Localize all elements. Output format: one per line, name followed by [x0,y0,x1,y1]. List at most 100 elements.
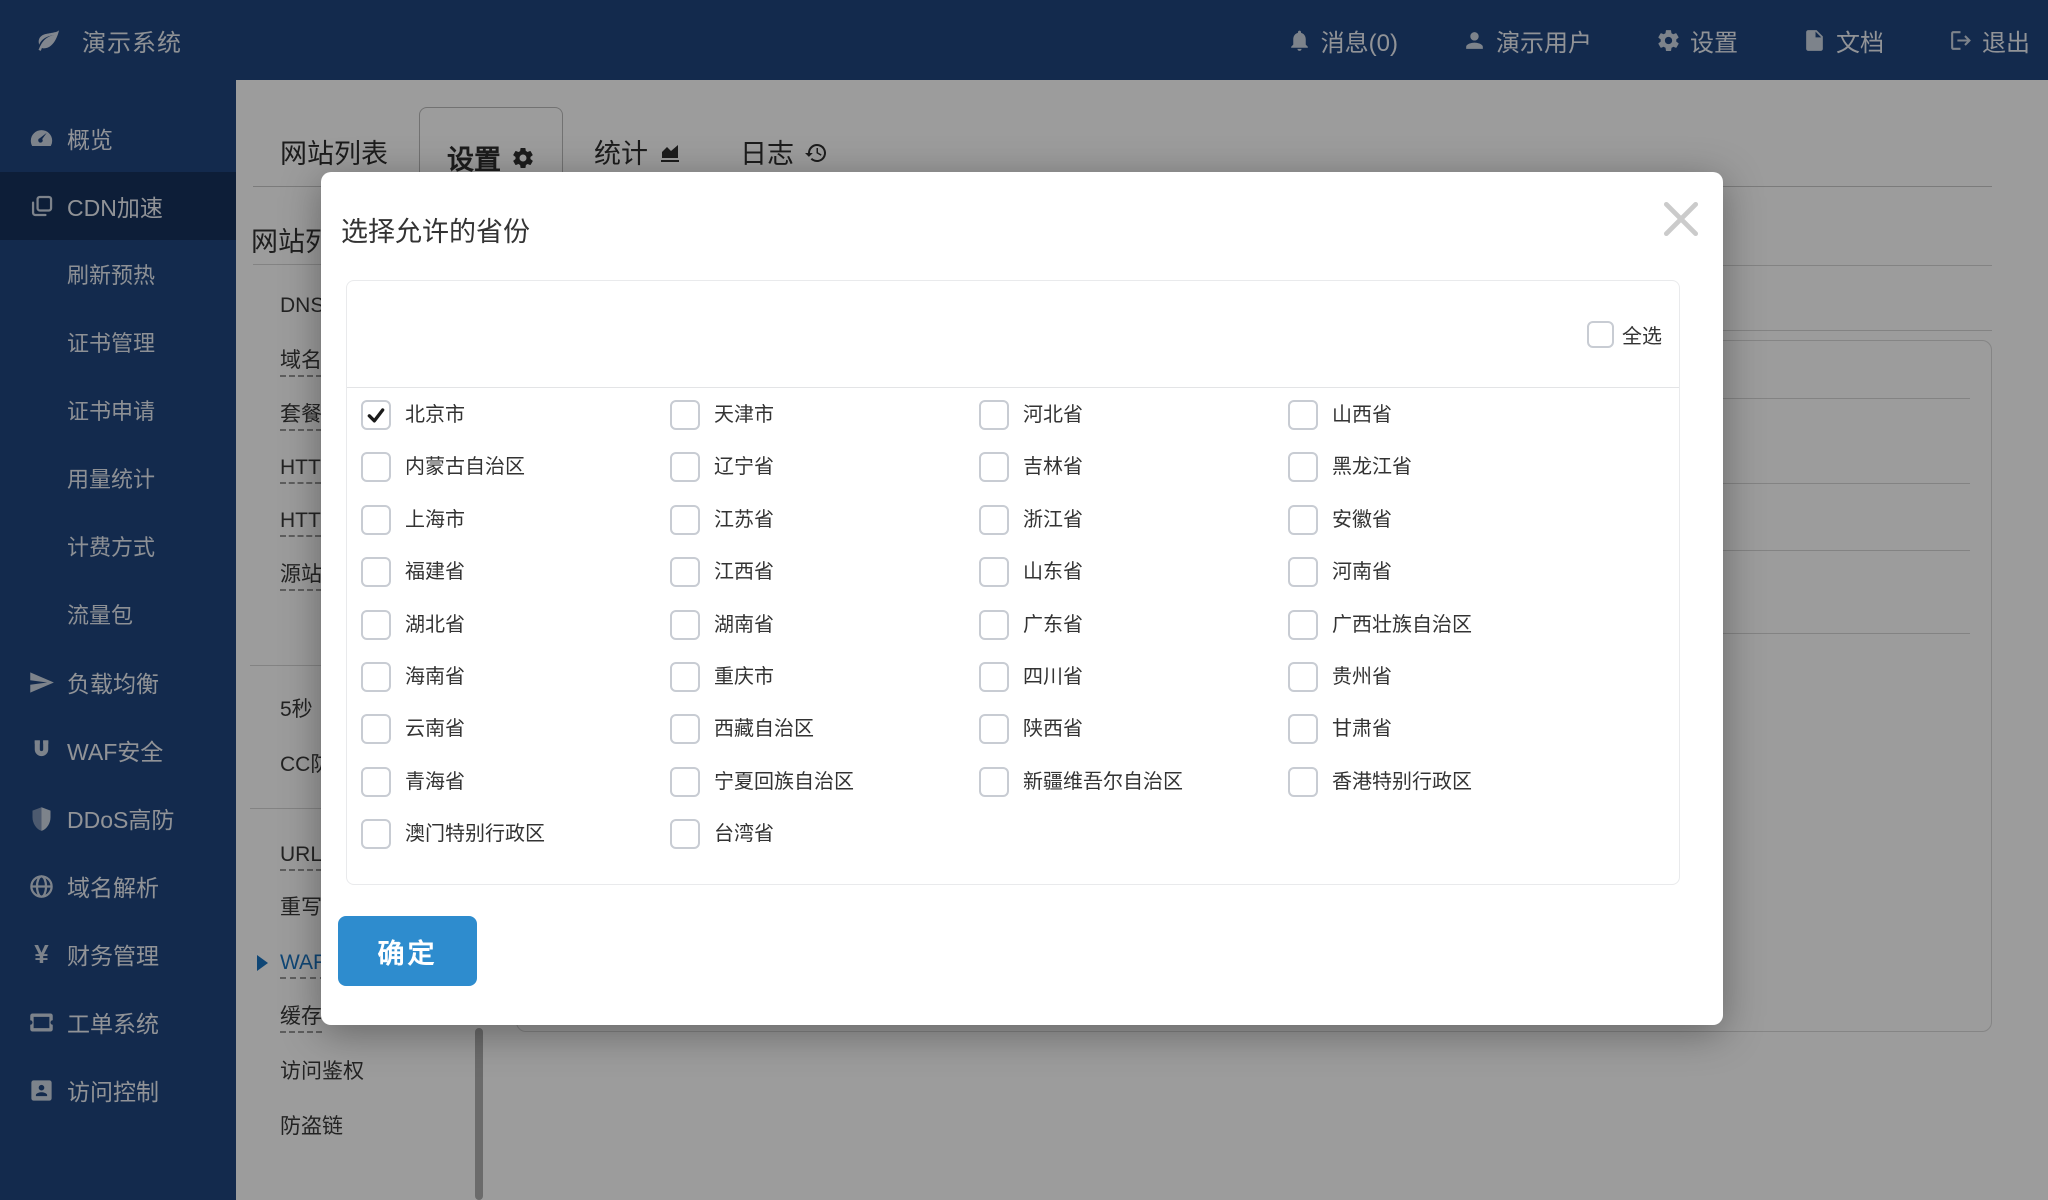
province-option: 河北省 [979,400,1288,452]
province-option: 湖北省 [361,610,670,662]
province-label: 天津市 [714,400,774,430]
province-checkbox[interactable] [979,452,1009,482]
province-label: 新疆维吾尔自治区 [1023,767,1183,797]
province-label: 浙江省 [1023,505,1083,535]
province-label: 香港特别行政区 [1332,767,1472,797]
province-checkbox[interactable] [1288,610,1318,640]
province-checkbox[interactable] [979,505,1009,535]
province-label: 江西省 [714,557,774,587]
province-checkbox[interactable] [670,819,700,849]
province-checkbox[interactable] [1288,662,1318,692]
province-checkbox[interactable] [1288,714,1318,744]
province-label: 广西壮族自治区 [1332,610,1472,640]
province-option: 河南省 [1288,557,1597,609]
province-option: 北京市 [361,400,670,452]
province-label: 台湾省 [714,819,774,849]
province-checkbox[interactable] [1288,400,1318,430]
province-checkbox[interactable] [979,610,1009,640]
province-option: 甘肃省 [1288,714,1597,766]
province-option: 广西壮族自治区 [1288,610,1597,662]
province-option: 新疆维吾尔自治区 [979,767,1288,819]
province-option: 山西省 [1288,400,1597,452]
province-select-modal: 选择允许的省份 全选 北京市天津市河北省山西省内蒙古自治区辽宁省吉林省黑龙江省上… [321,172,1723,1025]
province-label: 辽宁省 [714,452,774,482]
province-label: 四川省 [1023,662,1083,692]
close-icon[interactable] [1659,197,1703,241]
province-checkbox[interactable] [1288,557,1318,587]
confirm-button[interactable]: 确定 [338,916,477,986]
province-checkbox[interactable] [670,400,700,430]
province-label: 陕西省 [1023,714,1083,744]
province-label: 重庆市 [714,662,774,692]
province-label: 甘肃省 [1332,714,1392,744]
province-label: 北京市 [405,400,465,430]
select-all-label: 全选 [1622,320,1662,349]
province-label: 山东省 [1023,557,1083,587]
province-option: 云南省 [361,714,670,766]
province-checkbox[interactable] [670,610,700,640]
province-checkbox[interactable] [1288,452,1318,482]
province-option: 四川省 [979,662,1288,714]
province-label: 福建省 [405,557,465,587]
province-option: 吉林省 [979,452,1288,504]
province-checkbox[interactable] [670,557,700,587]
select-all-checkbox[interactable] [1587,321,1614,348]
select-all-row: 全选 [347,281,1679,388]
province-label: 吉林省 [1023,452,1083,482]
province-label: 广东省 [1023,610,1083,640]
province-checkbox[interactable] [361,400,391,430]
province-label: 西藏自治区 [714,714,814,744]
province-checkbox[interactable] [670,452,700,482]
province-checkbox[interactable] [361,767,391,797]
province-option: 辽宁省 [670,452,979,504]
province-checkbox[interactable] [361,662,391,692]
province-label: 内蒙古自治区 [405,452,525,482]
province-checkbox[interactable] [670,505,700,535]
province-label: 青海省 [405,767,465,797]
province-label: 湖南省 [714,610,774,640]
province-option: 台湾省 [670,819,979,871]
province-checkbox[interactable] [670,714,700,744]
province-option: 山东省 [979,557,1288,609]
province-checkbox[interactable] [361,452,391,482]
modal-title: 选择允许的省份 [341,210,530,249]
province-option: 香港特别行政区 [1288,767,1597,819]
province-option: 西藏自治区 [670,714,979,766]
province-checkbox[interactable] [670,662,700,692]
province-checkbox[interactable] [361,505,391,535]
province-label: 河北省 [1023,400,1083,430]
province-grid: 北京市天津市河北省山西省内蒙古自治区辽宁省吉林省黑龙江省上海市江苏省浙江省安徽省… [361,400,1597,872]
province-label: 江苏省 [714,505,774,535]
province-checkbox[interactable] [979,557,1009,587]
province-label: 贵州省 [1332,662,1392,692]
province-checkbox[interactable] [361,714,391,744]
province-option: 贵州省 [1288,662,1597,714]
province-label: 山西省 [1332,400,1392,430]
province-option: 广东省 [979,610,1288,662]
province-option: 青海省 [361,767,670,819]
province-option: 江西省 [670,557,979,609]
province-label: 河南省 [1332,557,1392,587]
province-checkbox[interactable] [361,819,391,849]
province-option: 陕西省 [979,714,1288,766]
province-label: 黑龙江省 [1332,452,1412,482]
province-checkbox[interactable] [979,400,1009,430]
province-option: 天津市 [670,400,979,452]
province-checkbox[interactable] [979,714,1009,744]
province-option: 浙江省 [979,505,1288,557]
province-checkbox[interactable] [361,557,391,587]
province-option: 海南省 [361,662,670,714]
province-checkbox[interactable] [979,767,1009,797]
province-checkbox[interactable] [979,662,1009,692]
province-checkbox[interactable] [361,610,391,640]
province-checkbox[interactable] [670,767,700,797]
province-option: 福建省 [361,557,670,609]
province-checkbox[interactable] [1288,505,1318,535]
province-option: 安徽省 [1288,505,1597,557]
province-label: 云南省 [405,714,465,744]
province-option: 重庆市 [670,662,979,714]
province-option: 江苏省 [670,505,979,557]
province-checkbox[interactable] [1288,767,1318,797]
province-option: 宁夏回族自治区 [670,767,979,819]
province-label: 湖北省 [405,610,465,640]
